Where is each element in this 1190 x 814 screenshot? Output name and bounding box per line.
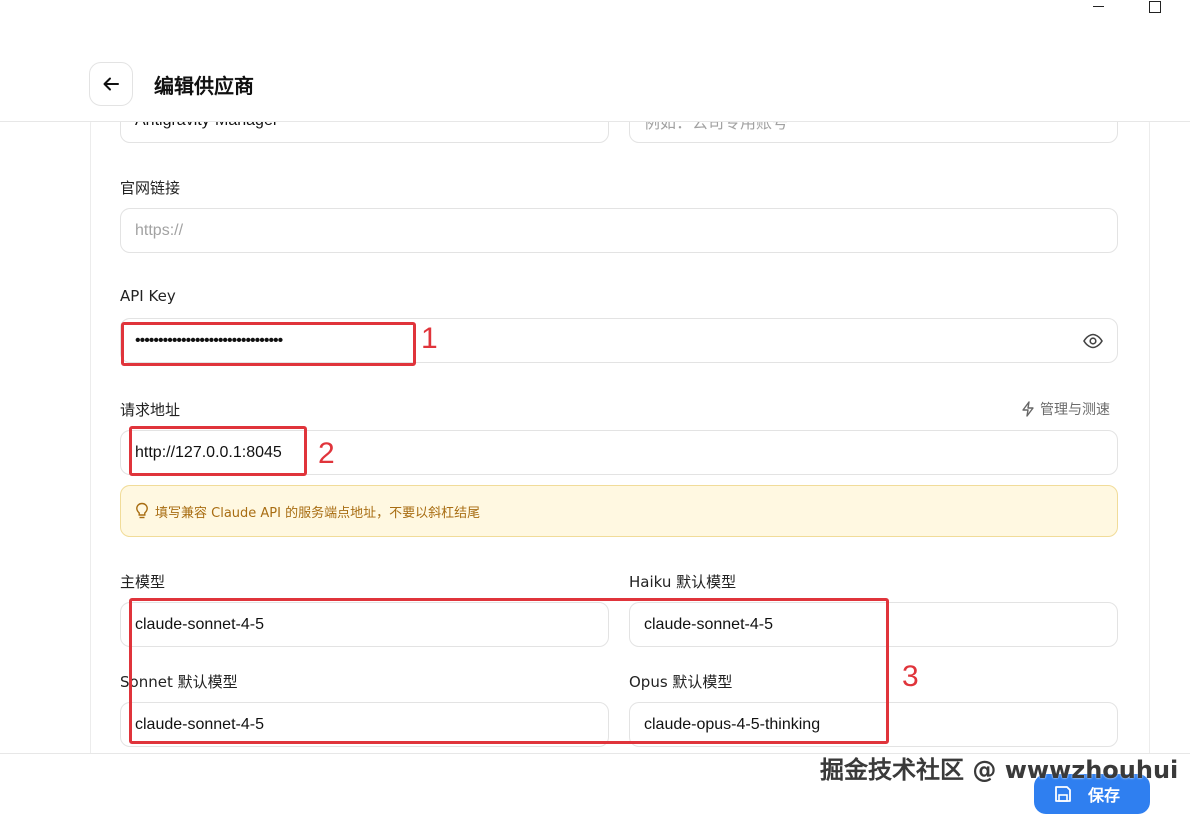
endpoint-hint-text: 填写兼容 Claude API 的服务端点地址，不要以斜杠结尾 — [155, 505, 481, 521]
website-label: 官网链接 — [120, 179, 181, 197]
maximize-icon[interactable] — [1149, 1, 1161, 13]
manage-speed-label: 管理与测速 — [1040, 402, 1110, 418]
website-placeholder: https:// — [135, 221, 184, 239]
lightning-icon — [1022, 401, 1034, 417]
save-icon — [1055, 786, 1071, 802]
annotation-box-2 — [129, 426, 307, 476]
eye-icon[interactable] — [1083, 333, 1103, 349]
annotation-box-1 — [121, 322, 416, 366]
endpoint-hint: 填写兼容 Claude API 的服务端点地址，不要以斜杠结尾 — [120, 485, 1118, 537]
annotation-number-1: 1 — [421, 322, 438, 355]
website-input[interactable]: https:// — [120, 208, 1118, 253]
bulb-icon — [135, 502, 149, 520]
minimize-icon[interactable] — [1093, 6, 1104, 7]
page-title: 编辑供应商 — [154, 74, 254, 98]
annotation-number-2: 2 — [318, 437, 335, 470]
endpoint-label: 请求地址 — [120, 401, 181, 419]
watermark: 掘金技术社区 @ wwwzhouhui — [820, 756, 1179, 784]
haiku-model-label: Haiku 默认模型 — [629, 573, 737, 591]
save-button-label: 保存 — [1088, 786, 1121, 805]
page-header: 编辑供应商 — [0, 0, 1190, 122]
annotation-box-3 — [129, 598, 889, 744]
back-button[interactable] — [89, 62, 133, 106]
back-arrow-icon — [103, 77, 119, 91]
annotation-number-3: 3 — [902, 660, 919, 693]
main-model-label: 主模型 — [120, 573, 166, 591]
manage-speed-link[interactable]: 管理与测速 — [1020, 399, 1110, 419]
api-key-label: API Key — [120, 287, 176, 305]
